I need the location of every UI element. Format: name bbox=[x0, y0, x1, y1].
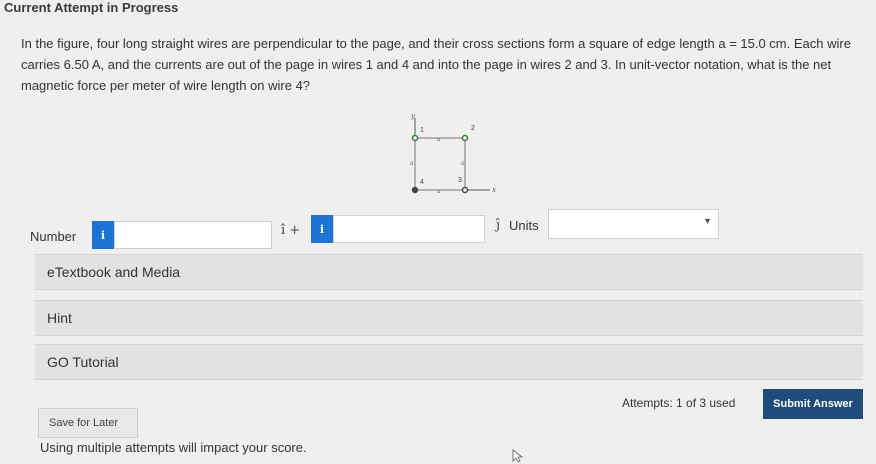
attempts-counter: Attempts: 1 of 3 used bbox=[622, 396, 736, 410]
wire-4-marker bbox=[411, 186, 419, 194]
edge-label-left: a bbox=[410, 160, 414, 167]
etextbook-media-label: eTextbook and Media bbox=[47, 264, 181, 280]
hint-label: Hint bbox=[47, 310, 72, 326]
question-text: In the figure, four long straight wires … bbox=[21, 36, 851, 93]
hint-panel[interactable]: Hint bbox=[35, 300, 863, 336]
edge-label-bottom: a bbox=[437, 188, 441, 195]
wire-2-label: 2 bbox=[471, 125, 475, 132]
wire-square-figure: y x a a a a 1 2 3 4 bbox=[395, 110, 505, 205]
units-dropdown[interactable]: ▼ bbox=[548, 209, 719, 239]
info-icon: i bbox=[319, 222, 325, 236]
wire-3-marker bbox=[461, 186, 469, 194]
y-component-input[interactable] bbox=[333, 215, 485, 243]
wire-1-marker bbox=[411, 134, 419, 142]
mouse-cursor-icon bbox=[512, 449, 524, 463]
submit-answer-button[interactable]: Submit Answer bbox=[763, 389, 863, 419]
attempts-warning: Using multiple attempts will impact your… bbox=[40, 440, 307, 455]
units-label: Units bbox=[509, 218, 539, 233]
wire-2-marker bbox=[461, 134, 469, 142]
wire-diagram: y x a a a a 1 2 3 4 bbox=[410, 112, 496, 195]
wire-1-label: 1 bbox=[420, 127, 424, 134]
chevron-down-icon: ▼ bbox=[703, 216, 712, 226]
info-button-1[interactable]: i bbox=[92, 221, 114, 249]
x-component-input[interactable] bbox=[114, 221, 272, 249]
j-hat-label: ĵ bbox=[496, 218, 501, 233]
edge-label-top: a bbox=[437, 136, 441, 143]
i-hat-label: î + bbox=[281, 223, 301, 238]
wire-4-label: 4 bbox=[420, 179, 424, 186]
info-button-2[interactable]: i bbox=[311, 215, 333, 243]
etextbook-media-panel[interactable]: eTextbook and Media bbox=[35, 254, 863, 290]
go-tutorial-panel[interactable]: GO Tutorial bbox=[35, 344, 863, 380]
number-label: Number bbox=[30, 229, 77, 244]
answer-row: Number i î + i ĵ Units ▼ bbox=[0, 209, 876, 250]
wire-3-label: 3 bbox=[458, 177, 462, 184]
info-icon: i bbox=[100, 228, 106, 242]
save-for-later-button[interactable]: Save for Later bbox=[38, 408, 138, 438]
x-axis-label: x bbox=[492, 186, 496, 194]
edge-label-right: a bbox=[461, 160, 465, 167]
page-title: Current Attempt in Progress bbox=[4, 0, 179, 15]
go-tutorial-label: GO Tutorial bbox=[47, 354, 119, 370]
